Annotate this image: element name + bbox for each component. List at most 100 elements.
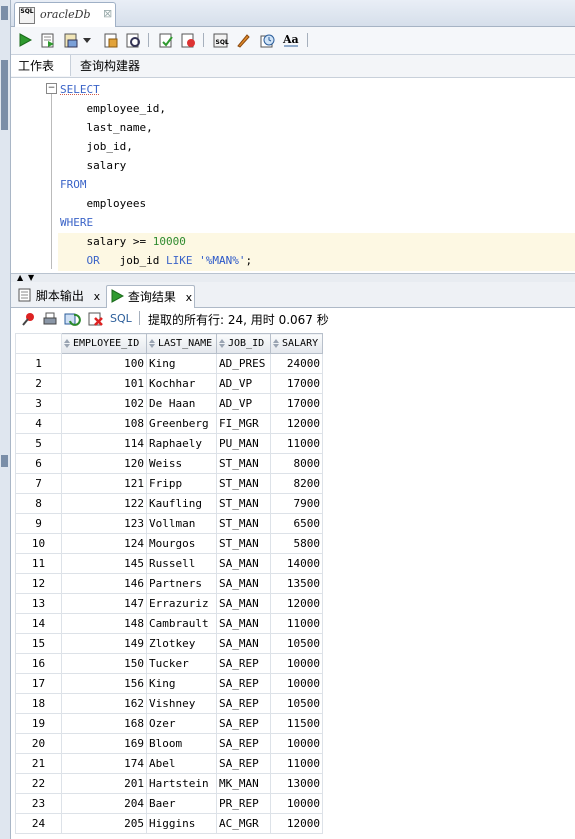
cell-last-name[interactable]: Hartstein [146, 773, 217, 794]
cell-salary[interactable]: 14000 [270, 553, 323, 574]
cell-salary[interactable]: 8200 [270, 473, 323, 494]
cell-job-id[interactable]: SA_MAN [216, 573, 271, 594]
chevron-down-icon[interactable] [82, 30, 92, 50]
cell-last-name[interactable]: Raphaely [146, 433, 217, 454]
cell-employee-id[interactable]: 121 [61, 473, 147, 494]
cell-job-id[interactable]: PU_MAN [216, 433, 271, 454]
cell-job-id[interactable]: SA_MAN [216, 613, 271, 634]
cell-last-name[interactable]: Partners [146, 573, 217, 594]
cell-salary[interactable]: 24000 [270, 353, 323, 374]
table-row[interactable]: 15 149 Zlotkey SA_MAN 10500 [15, 633, 323, 654]
cell-job-id[interactable]: ST_MAN [216, 493, 271, 514]
table-row[interactable]: 22 201 Hartstein MK_MAN 13000 [15, 773, 323, 794]
pin-icon[interactable] [18, 309, 38, 329]
cell-employee-id[interactable]: 146 [61, 573, 147, 594]
cell-last-name[interactable]: Kochhar [146, 373, 217, 394]
table-row[interactable]: 12 146 Partners SA_MAN 13500 [15, 573, 323, 594]
cell-last-name[interactable]: Tucker [146, 653, 217, 674]
tab-close-icon[interactable]: x [186, 291, 193, 304]
table-row[interactable]: 24 205 Higgins AC_MGR 12000 [15, 813, 323, 834]
cell-job-id[interactable]: SA_REP [216, 653, 271, 674]
cell-last-name[interactable]: Cambrault [146, 613, 217, 634]
cell-salary[interactable]: 7900 [270, 493, 323, 514]
cell-employee-id[interactable]: 156 [61, 673, 147, 694]
table-row[interactable]: 20 169 Bloom SA_REP 10000 [15, 733, 323, 754]
rollback-icon[interactable] [156, 30, 176, 50]
tab-close-icon[interactable]: x [94, 290, 101, 303]
cell-last-name[interactable]: Higgins [146, 813, 217, 834]
column-header-employee-id[interactable]: EMPLOYEE_ID [61, 333, 147, 354]
commit-icon[interactable] [61, 30, 81, 50]
column-header-last-name[interactable]: LAST_NAME [146, 333, 217, 354]
cell-salary[interactable]: 11000 [270, 433, 323, 454]
explain-plan-icon[interactable] [123, 30, 143, 50]
fold-toggle-icon[interactable]: − [46, 83, 57, 94]
cell-last-name[interactable]: Zlotkey [146, 633, 217, 654]
cell-employee-id[interactable]: 201 [61, 773, 147, 794]
cell-employee-id[interactable]: 150 [61, 653, 147, 674]
cell-employee-id[interactable]: 102 [61, 393, 147, 414]
cell-employee-id[interactable]: 169 [61, 733, 147, 754]
cell-job-id[interactable]: FI_MGR [216, 413, 271, 434]
table-row[interactable]: 16 150 Tucker SA_REP 10000 [15, 653, 323, 674]
cell-employee-id[interactable]: 124 [61, 533, 147, 554]
cell-employee-id[interactable]: 148 [61, 613, 147, 634]
cell-job-id[interactable]: SA_REP [216, 673, 271, 694]
cell-job-id[interactable]: AD_PRES [216, 353, 271, 374]
cell-job-id[interactable]: SA_REP [216, 733, 271, 754]
cell-employee-id[interactable]: 120 [61, 453, 147, 474]
cell-last-name[interactable]: Greenberg [146, 413, 217, 434]
table-row[interactable]: 8 122 Kaufling ST_MAN 7900 [15, 493, 323, 514]
cell-job-id[interactable]: ST_MAN [216, 513, 271, 534]
cell-job-id[interactable]: ST_MAN [216, 533, 271, 554]
table-row[interactable]: 5 114 Raphaely PU_MAN 11000 [15, 433, 323, 454]
cell-salary[interactable]: 10500 [270, 633, 323, 654]
collapse-down-icon[interactable]: ▼ [28, 274, 34, 282]
cell-salary[interactable]: 10000 [270, 733, 323, 754]
cell-employee-id[interactable]: 123 [61, 513, 147, 534]
cell-last-name[interactable]: Kaufling [146, 493, 217, 514]
cell-last-name[interactable]: Errazuriz [146, 593, 217, 614]
sql-tuning-icon[interactable]: SQL [211, 30, 231, 50]
gutter-scroll-thumb[interactable] [1, 60, 8, 130]
cell-last-name[interactable]: Vollman [146, 513, 217, 534]
tab-script-output[interactable]: 脚本输出 x [18, 285, 102, 307]
cell-job-id[interactable]: ST_MAN [216, 473, 271, 494]
cell-salary[interactable]: 10000 [270, 793, 323, 814]
tab-worksheet[interactable]: 工作表 [11, 55, 71, 76]
cell-salary[interactable]: 10000 [270, 653, 323, 674]
cell-salary[interactable]: 5800 [270, 533, 323, 554]
cell-salary[interactable]: 17000 [270, 373, 323, 394]
table-row[interactable]: 3 102 De Haan AD_VP 17000 [15, 393, 323, 414]
table-row[interactable]: 2 101 Kochhar AD_VP 17000 [15, 373, 323, 394]
cell-job-id[interactable]: SA_REP [216, 713, 271, 734]
cell-last-name[interactable]: King [146, 673, 217, 694]
cell-last-name[interactable]: Fripp [146, 473, 217, 494]
cell-salary[interactable]: 8000 [270, 453, 323, 474]
cell-last-name[interactable]: Bloom [146, 733, 217, 754]
cell-salary[interactable]: 17000 [270, 393, 323, 414]
cell-salary[interactable]: 11000 [270, 613, 323, 634]
cell-salary[interactable]: 12000 [270, 413, 323, 434]
tab-close-icon[interactable]: ⊠ [103, 7, 112, 20]
cell-last-name[interactable]: Mourgos [146, 533, 217, 554]
history-icon[interactable] [257, 30, 277, 50]
table-row[interactable]: 18 162 Vishney SA_REP 10500 [15, 693, 323, 714]
cell-salary[interactable]: 12000 [270, 593, 323, 614]
column-header-salary[interactable]: SALARY [270, 333, 323, 354]
table-row[interactable]: 6 120 Weiss ST_MAN 8000 [15, 453, 323, 474]
cancel-query-icon[interactable] [86, 309, 106, 329]
print-icon[interactable] [40, 309, 60, 329]
autotrace-icon[interactable] [101, 30, 121, 50]
cell-salary[interactable]: 12000 [270, 813, 323, 834]
cell-salary[interactable]: 10500 [270, 693, 323, 714]
table-row[interactable]: 1 100 King AD_PRES 24000 [15, 353, 323, 374]
cell-last-name[interactable]: De Haan [146, 393, 217, 414]
table-row[interactable]: 4 108 Greenberg FI_MGR 12000 [15, 413, 323, 434]
tab-query-result[interactable]: 查询结果 x [106, 285, 195, 309]
cancel-icon[interactable] [178, 30, 198, 50]
cell-job-id[interactable]: SA_MAN [216, 593, 271, 614]
table-row[interactable]: 17 156 King SA_REP 10000 [15, 673, 323, 694]
cell-job-id[interactable]: AD_VP [216, 373, 271, 394]
table-row[interactable]: 21 174 Abel SA_REP 11000 [15, 753, 323, 774]
